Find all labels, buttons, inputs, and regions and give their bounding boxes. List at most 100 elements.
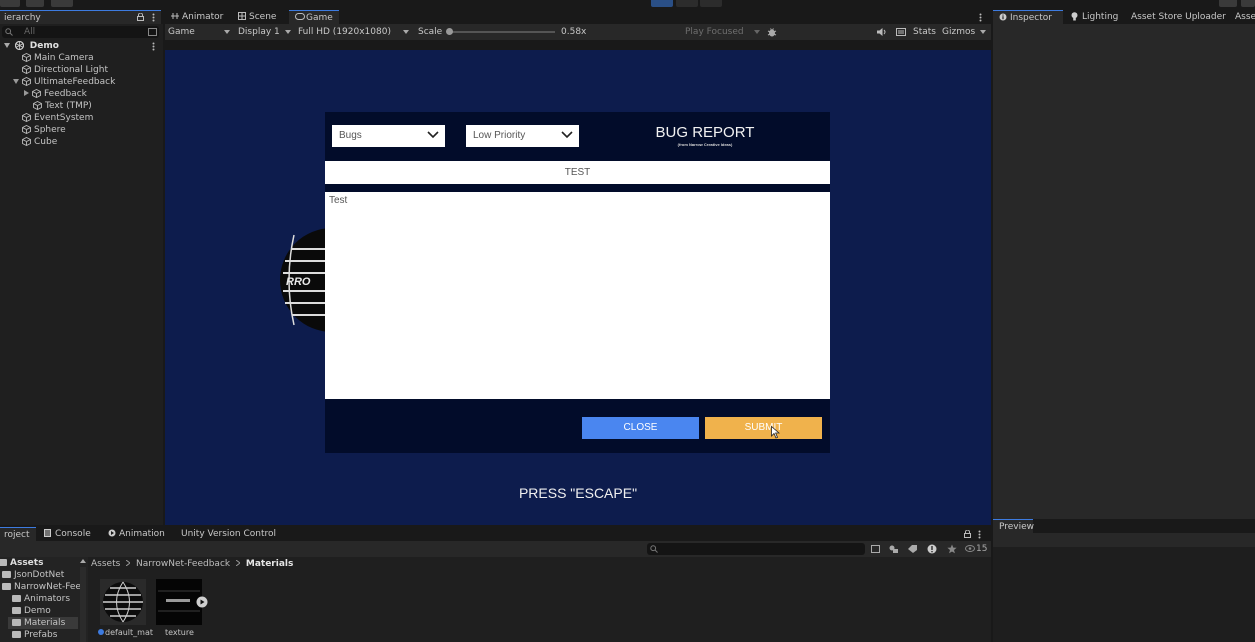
game-view-panel: Animator Scene Game Game Display 1 Full … (165, 10, 991, 525)
kebab-menu-icon[interactable] (978, 530, 981, 539)
play-preview-icon[interactable] (196, 596, 208, 608)
eye-hidden-icon[interactable] (965, 545, 975, 552)
priority-value: Low Priority (473, 130, 526, 141)
breadcrumb-assets[interactable]: Assets (91, 559, 120, 569)
game-mode-dropdown[interactable]: Game (168, 24, 232, 40)
priority-dropdown[interactable]: Low Priority (466, 125, 579, 147)
kebab-menu-icon[interactable] (979, 13, 982, 22)
display-dropdown[interactable]: Display 1 (238, 24, 292, 40)
info-icon (999, 13, 1007, 21)
tab-label: Asset Store Uploader (1131, 12, 1226, 22)
resolution-dropdown[interactable]: Full HD (1920x1080) (298, 24, 410, 40)
tab-project[interactable]: roject (0, 527, 36, 541)
tab-console[interactable]: Console (38, 527, 97, 541)
lock-icon[interactable] (964, 530, 971, 538)
warning-filter-icon[interactable] (927, 544, 937, 554)
star-icon[interactable] (947, 544, 957, 554)
folder-jsondotnet[interactable]: JsonDotNet (2, 569, 64, 581)
description-textarea[interactable]: Test (325, 192, 830, 399)
play-button[interactable] (651, 0, 673, 7)
asset-texture-thumbnail[interactable] (156, 579, 208, 625)
folder-narrownet-feedback[interactable]: NarrowNet-Fee (2, 581, 81, 593)
tab-game[interactable]: Game (289, 10, 339, 24)
press-escape-label: PRESS "ESCAPE" (518, 485, 638, 501)
game-mode-label: Game (168, 27, 195, 37)
main-toolbar (0, 0, 1255, 10)
tab-scene[interactable]: Scene (232, 10, 282, 24)
filter-type-icon[interactable] (889, 545, 898, 553)
breadcrumb-materials[interactable]: Materials (246, 559, 293, 569)
folder-demo[interactable]: Demo (12, 605, 51, 617)
close-button[interactable]: CLOSE (582, 417, 699, 439)
chevron-down-icon[interactable] (13, 79, 19, 84)
folder-prefabs[interactable]: Prefabs (12, 629, 57, 641)
asset-default-mat[interactable]: default_mat (98, 628, 153, 637)
chevron-down-icon (427, 130, 439, 140)
tab-asset-store-uploader[interactable]: Asset Store Uploader (1125, 10, 1232, 24)
collab-button[interactable] (51, 0, 73, 7)
chevron-down-icon (561, 130, 573, 140)
project-search-input[interactable] (647, 543, 865, 555)
hierarchy-search-input[interactable]: All (2, 26, 159, 38)
hierarchy-item-directional-light[interactable]: Directional Light (22, 64, 108, 76)
hierarchy-item-main-camera[interactable]: Main Camera (22, 52, 94, 64)
hierarchy-item-cube[interactable]: Cube (22, 136, 57, 148)
hierarchy-item-text-tmp[interactable]: Text (TMP) (33, 100, 92, 112)
submit-button[interactable]: SUBMIT (705, 417, 822, 439)
step-button[interactable] (700, 0, 722, 7)
scroll-up-icon[interactable] (80, 559, 86, 563)
tag-icon[interactable] (908, 545, 917, 553)
material-type-icon (98, 629, 104, 635)
breadcrumb-narrownet-feedback[interactable]: NarrowNet-Feedback (136, 559, 230, 569)
lock-icon[interactable] (137, 13, 144, 21)
gizmos-label: Gizmos (942, 27, 976, 37)
scene-search-icon[interactable] (148, 28, 157, 36)
folder-assets[interactable]: Assets (0, 557, 43, 569)
game-canvas[interactable]: RRO Bugs Low Priority BUG REPORT (from N… (165, 50, 991, 525)
asset-label: default_mat (105, 628, 153, 637)
tab-asset[interactable]: Asse (1229, 10, 1255, 24)
hierarchy-item-demo[interactable]: Demo (4, 40, 163, 52)
unity-scene-icon (14, 41, 24, 50)
stats-button[interactable]: Stats (913, 24, 936, 40)
tab-animation[interactable]: Animation (102, 527, 171, 541)
tab-preview[interactable]: Preview (993, 519, 1034, 533)
hierarchy-item-feedback[interactable]: Feedback (24, 88, 87, 100)
subject-input[interactable]: TEST (325, 161, 830, 184)
scale-slider[interactable] (446, 28, 555, 35)
hierarchy-item-sphere[interactable]: Sphere (22, 124, 66, 136)
cloud-button[interactable] (26, 0, 44, 7)
gizmos-dropdown[interactable]: Gizmos (942, 24, 988, 40)
chevron-down-icon[interactable] (4, 43, 10, 48)
tab-lighting[interactable]: Lighting (1065, 10, 1124, 24)
tab-animator[interactable]: Animator (165, 10, 229, 24)
history-button[interactable] (1219, 0, 1237, 7)
gameobject-cube-icon (33, 101, 42, 110)
category-dropdown[interactable]: Bugs (332, 125, 445, 147)
tab-label: Lighting (1082, 12, 1119, 22)
scale-slider-thumb[interactable] (446, 28, 454, 35)
folder-animators[interactable]: Animators (12, 593, 70, 605)
search-scope-icon[interactable] (871, 545, 880, 553)
hierarchy-item-ultimatefeedback[interactable]: UltimateFeedback (13, 76, 115, 88)
pause-button[interactable] (676, 0, 698, 7)
tab-label: Scene (249, 12, 277, 22)
bug-icon[interactable] (767, 27, 777, 37)
settings-button[interactable] (1241, 0, 1255, 7)
display-stats-icon[interactable] (896, 28, 906, 36)
asset-default-mat-thumbnail[interactable] (100, 579, 146, 625)
folder-materials[interactable]: Materials (8, 617, 78, 629)
audio-mute-icon[interactable] (877, 28, 887, 36)
hierarchy-item-label: EventSystem (34, 113, 94, 123)
folder-tree-scrollbar[interactable] (80, 567, 86, 642)
kebab-menu-icon[interactable] (152, 42, 155, 51)
asset-texture[interactable]: texture (165, 628, 194, 637)
folder-icon (0, 559, 7, 566)
play-focused-dropdown[interactable]: Play Focused (685, 24, 763, 40)
tab-unity-version-control[interactable]: Unity Version Control (175, 527, 282, 541)
kebab-menu-icon[interactable] (152, 13, 155, 22)
account-button[interactable] (0, 0, 20, 7)
tab-inspector[interactable]: Inspector (993, 10, 1063, 24)
hierarchy-item-eventsystem[interactable]: EventSystem (22, 112, 93, 124)
chevron-right-icon[interactable] (24, 90, 29, 96)
